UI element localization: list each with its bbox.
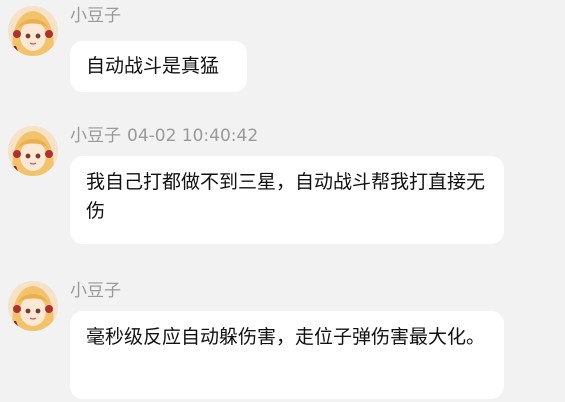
chat-message: 小豆子 04-02 10:40:42 我自己打都做不到三星，自动战斗帮我打直接无伤 bbox=[0, 126, 565, 246]
sender-name: 小豆子 bbox=[70, 281, 121, 301]
message-text: 毫秒级反应自动躲伤害，走位子弹伤害最大化。 bbox=[86, 326, 486, 348]
sender-meta: 小豆子 bbox=[70, 281, 121, 301]
chat-message-list[interactable]: 小豆子 自动战斗是真猛 小豆子 04-02 10:40:42 我自己打都做不到三… bbox=[0, 0, 565, 402]
sender-meta: 小豆子 04-02 10:40:42 bbox=[70, 126, 258, 146]
message-text: 我自己打都做不到三星，自动战斗帮我打直接无伤 bbox=[86, 171, 486, 222]
avatar-anime-girl-icon[interactable] bbox=[8, 126, 58, 176]
sender-name: 小豆子 bbox=[70, 6, 121, 26]
chat-message: 小豆子 自动战斗是真猛 bbox=[0, 6, 565, 96]
chat-message: 小豆子 毫秒级反应自动躲伤害，走位子弹伤害最大化。 bbox=[0, 281, 565, 402]
sender-meta: 小豆子 bbox=[70, 6, 121, 26]
avatar-anime-girl-icon[interactable] bbox=[8, 6, 58, 56]
message-text: 自动战斗是真猛 bbox=[86, 55, 220, 77]
sender-name: 小豆子 bbox=[70, 126, 121, 146]
avatar-anime-girl-icon[interactable] bbox=[8, 281, 58, 331]
message-bubble[interactable]: 我自己打都做不到三星，自动战斗帮我打直接无伤 bbox=[70, 156, 504, 244]
message-timestamp: 04-02 10:40:42 bbox=[127, 126, 259, 146]
message-bubble[interactable]: 自动战斗是真猛 bbox=[70, 41, 247, 92]
message-bubble[interactable]: 毫秒级反应自动躲伤害，走位子弹伤害最大化。 bbox=[70, 311, 504, 399]
